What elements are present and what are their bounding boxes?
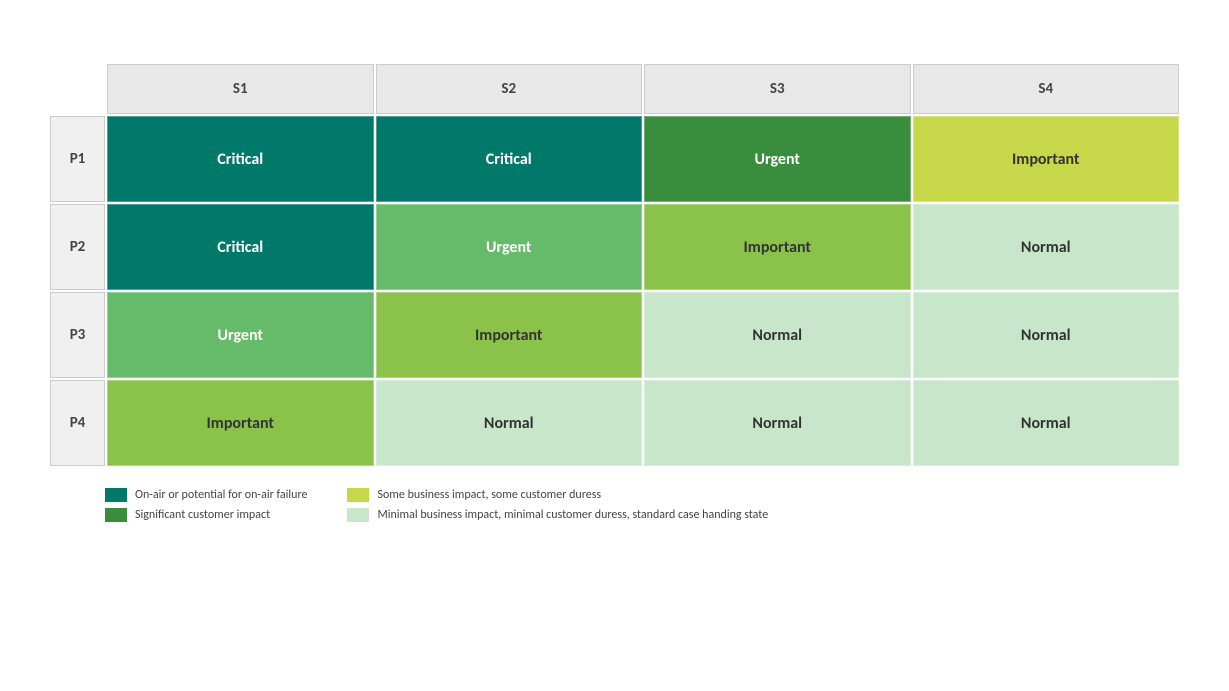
grid-row-p4: ImportantNormalNormalNormal bbox=[107, 380, 1179, 466]
legend-left: On-air or potential for on-air failure Si… bbox=[105, 488, 307, 522]
legend-swatch bbox=[347, 488, 369, 502]
cell-p1-s1: Critical bbox=[107, 116, 374, 202]
legend-item: Minimal business impact, minimal custome… bbox=[347, 508, 768, 522]
col-headers: S1S2S3S4 bbox=[107, 64, 1179, 114]
legend-label: On-air or potential for on-air failure bbox=[135, 488, 307, 502]
cell-p3-s1: Urgent bbox=[107, 292, 374, 378]
cell-p4-s1: Important bbox=[107, 380, 374, 466]
col-header-s3: S3 bbox=[644, 64, 911, 114]
cell-p2-s1: Critical bbox=[107, 204, 374, 290]
cell-p4-s3: Normal bbox=[644, 380, 911, 466]
legend-swatch bbox=[105, 508, 127, 522]
grid-row-p3: UrgentImportantNormalNormal bbox=[107, 292, 1179, 378]
cell-p3-s4: Normal bbox=[913, 292, 1180, 378]
legend-label: Significant customer impact bbox=[135, 508, 270, 522]
legend-item: On-air or potential for on-air failure bbox=[105, 488, 307, 502]
row-header-p1: P1 bbox=[50, 116, 105, 202]
row-header-p3: P3 bbox=[50, 292, 105, 378]
cell-p1-s4: Important bbox=[913, 116, 1180, 202]
cell-p1-s2: Critical bbox=[376, 116, 643, 202]
cell-p4-s4: Normal bbox=[913, 380, 1180, 466]
legend-item: Significant customer impact bbox=[105, 508, 307, 522]
legend-item: Some business impact, some customer dure… bbox=[347, 488, 768, 502]
col-header-s2: S2 bbox=[376, 64, 643, 114]
legend: On-air or potential for on-air failure Si… bbox=[50, 488, 1179, 522]
col-header-s4: S4 bbox=[913, 64, 1180, 114]
matrix-grid: S1S2S3S4 CriticalCriticalUrgentImportant… bbox=[105, 64, 1179, 468]
cell-p2-s4: Normal bbox=[913, 204, 1180, 290]
col-header-s1: S1 bbox=[107, 64, 374, 114]
cell-p2-s3: Important bbox=[644, 204, 911, 290]
row-headers: P1P2P3P4 bbox=[50, 116, 105, 468]
cell-p3-s3: Normal bbox=[644, 292, 911, 378]
row-header-p2: P2 bbox=[50, 204, 105, 290]
cell-p3-s2: Important bbox=[376, 292, 643, 378]
grid-row-p2: CriticalUrgentImportantNormal bbox=[107, 204, 1179, 290]
row-header-p4: P4 bbox=[50, 380, 105, 466]
matrix-wrapper: P1P2P3P4 S1S2S3S4 CriticalCriticalUrgent… bbox=[50, 64, 1179, 468]
cell-p1-s3: Urgent bbox=[644, 116, 911, 202]
cell-p2-s2: Urgent bbox=[376, 204, 643, 290]
legend-swatch bbox=[105, 488, 127, 502]
legend-label: Some business impact, some customer dure… bbox=[377, 488, 601, 502]
legend-swatch bbox=[347, 508, 369, 522]
cell-p4-s2: Normal bbox=[376, 380, 643, 466]
legend-right: Some business impact, some customer dure… bbox=[347, 488, 768, 522]
legend-label: Minimal business impact, minimal custome… bbox=[377, 508, 768, 522]
grid-row-p1: CriticalCriticalUrgentImportant bbox=[107, 116, 1179, 202]
grid-rows: CriticalCriticalUrgentImportantCriticalU… bbox=[105, 116, 1179, 466]
